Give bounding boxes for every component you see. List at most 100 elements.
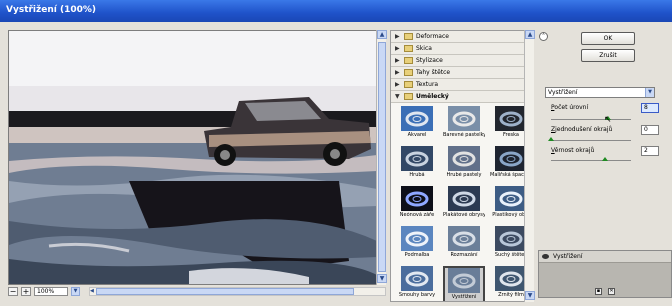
expanded-triangle-icon[interactable]: ▼: [395, 93, 401, 100]
edge-fidelity-slider-thumb[interactable]: [601, 157, 608, 161]
filter-thumbnail-label: Rozmazání: [450, 252, 478, 258]
filter-thumbnail[interactable]: Neónová záře: [396, 186, 438, 223]
edge-simplicity-slider-track[interactable]: [551, 140, 631, 141]
filter-preview-icon: [448, 226, 480, 251]
filter-thumbnail-label: Barevné pastelky: [443, 132, 485, 138]
filter-thumbnail[interactable]: Hrubé pastely: [443, 146, 485, 183]
filter-preview-icon: [495, 106, 527, 131]
filter-category[interactable]: ▶ Textura: [391, 79, 533, 91]
gallery-scroll-down-icon[interactable]: ▼: [525, 291, 535, 300]
effect-layer-name: Vystřižení: [553, 253, 583, 260]
filter-thumbnail-label: Hrubá: [409, 172, 425, 178]
filter-category-label: Deformace: [416, 33, 449, 40]
filter-thumbnail[interactable]: Vystřižení: [443, 266, 485, 301]
edge-simplicity-input[interactable]: 0: [641, 125, 659, 135]
preview-image: [9, 31, 377, 284]
scroll-thumb[interactable]: [378, 42, 386, 272]
filter-preview-icon: [448, 146, 480, 171]
cancel-button[interactable]: Zrušit: [581, 49, 635, 62]
filter-thumbnail[interactable]: Smouhy barvy: [396, 266, 438, 301]
preview-canvas[interactable]: [8, 30, 383, 285]
preview-horizontal-scrollbar[interactable]: ◀: [89, 287, 386, 296]
filter-select[interactable]: Vystřižení ▼: [545, 87, 655, 98]
effect-layer-row[interactable]: Vystřižení: [539, 251, 671, 263]
gallery-scrollbar[interactable]: ▲ ▼: [524, 30, 535, 302]
filter-category-label: Umělecký: [416, 93, 449, 100]
filter-category[interactable]: ▶ Deformace: [391, 31, 533, 43]
horizontal-scroll-thumb[interactable]: [96, 288, 354, 295]
filter-category-list: ▶ Deformace ▶ Skica ▶ Stylizace ▶ Tahy štětce ▶ T…: [391, 31, 533, 103]
folder-icon: [404, 45, 413, 52]
levels-input[interactable]: 8: [641, 103, 659, 113]
zoom-in-button[interactable]: +: [21, 287, 31, 296]
filter-category-label: Skica: [416, 45, 432, 52]
collapsed-triangle-icon[interactable]: ▶: [395, 81, 401, 88]
zoom-out-button[interactable]: −: [8, 287, 18, 296]
filter-category[interactable]: ▶ Skica: [391, 43, 533, 55]
filter-preview-icon: [401, 266, 433, 291]
filter-preview-icon: [401, 186, 433, 211]
scroll-up-icon[interactable]: ▲: [377, 30, 387, 39]
filter-category-label: Tahy štětce: [416, 69, 451, 76]
filter-preview-icon: [401, 226, 433, 251]
filter-category[interactable]: ▶ Stylizace: [391, 55, 533, 67]
eye-icon[interactable]: [542, 254, 549, 259]
filter-dialog: ▲ ▼ − + 100% ▼ ◀ ▶ Deformace ▶ Skica ▶ Styliz…: [0, 22, 672, 306]
filter-thumbnail[interactable]: Akvarel: [396, 106, 438, 143]
filter-thumbnail[interactable]: Rozmazání: [443, 226, 485, 263]
filter-preview-icon: [448, 106, 480, 131]
folder-icon: [404, 69, 413, 76]
scroll-down-icon[interactable]: ▼: [377, 274, 387, 283]
folder-icon: [404, 57, 413, 64]
filter-select-value: Vystřižení: [548, 89, 578, 96]
filter-preview-icon: [495, 266, 527, 291]
chevron-down-icon[interactable]: ▼: [645, 88, 654, 97]
window-title-bar[interactable]: Vystřižení (100%): [0, 0, 672, 22]
filter-thumbnail-label: Plakátové obrysy: [443, 212, 485, 218]
filter-thumbnail-label: Akvarel: [407, 132, 427, 138]
filter-category[interactable]: ▼ Umělecký: [391, 91, 533, 103]
filter-thumbnail[interactable]: Plakátové obrysy: [443, 186, 485, 223]
layer-actions: ▪ ✕: [595, 288, 615, 295]
filter-gallery: ▶ Deformace ▶ Skica ▶ Stylizace ▶ Tahy štětce ▶ T…: [390, 30, 534, 302]
filter-thumbnail-grid: Akvarel Barevné pastelky Freska Hrubá Hrubé …: [391, 103, 533, 301]
filter-thumbnail-label: Hrubé pastely: [446, 172, 482, 178]
collapsed-triangle-icon[interactable]: ▶: [395, 45, 401, 52]
filter-category-label: Textura: [416, 81, 439, 88]
zoom-bar: − + 100% ▼ ◀: [8, 286, 386, 297]
delete-effect-layer-icon[interactable]: ✕: [608, 288, 615, 295]
filter-thumbnail-label: Neónová záře: [399, 212, 435, 218]
filter-thumbnail[interactable]: Hrubá: [396, 146, 438, 183]
levels-slider-track[interactable]: [551, 119, 631, 120]
filter-thumbnail-label: Podmalba: [404, 252, 430, 258]
filter-thumbnail-label: Smouhy barvy: [398, 292, 436, 298]
gallery-scroll-up-icon[interactable]: ▲: [525, 30, 535, 39]
mouse-cursor-icon: ↖: [604, 115, 612, 125]
filter-preview-icon: [448, 186, 480, 211]
new-effect-layer-icon[interactable]: ▪: [595, 288, 602, 295]
filter-thumbnail[interactable]: Podmalba: [396, 226, 438, 263]
edge-fidelity-slider-track[interactable]: [551, 160, 631, 161]
zoom-dropdown-icon[interactable]: ▼: [71, 287, 80, 296]
filter-preview-icon: [448, 268, 480, 293]
filter-preview-icon: [401, 106, 433, 131]
filter-preview-icon: [495, 226, 527, 251]
collapsed-triangle-icon[interactable]: ▶: [395, 57, 401, 64]
preview-vertical-scrollbar[interactable]: ▲ ▼: [376, 30, 387, 285]
ok-button[interactable]: OK: [581, 32, 635, 45]
filter-category[interactable]: ▶ Tahy štětce: [391, 67, 533, 79]
filter-preview-icon: [495, 146, 527, 171]
zoom-level-field[interactable]: 100%: [34, 287, 68, 296]
edge-simplicity-slider-thumb[interactable]: [548, 137, 554, 141]
edge-fidelity-label: Věrnost okrajů: [551, 147, 595, 154]
edge-fidelity-input[interactable]: 2: [641, 146, 659, 156]
folder-icon: [404, 93, 413, 100]
collapse-gallery-icon[interactable]: ⌃: [539, 32, 548, 41]
collapsed-triangle-icon[interactable]: ▶: [395, 69, 401, 76]
collapsed-triangle-icon[interactable]: ▶: [395, 33, 401, 40]
filter-thumbnail-label: Vystřižení: [451, 294, 477, 300]
edge-simplicity-label: Zjednodušení okrajů: [551, 126, 613, 133]
scroll-left-icon[interactable]: ◀: [90, 288, 95, 295]
filter-thumbnail[interactable]: Barevné pastelky: [443, 106, 485, 143]
levels-label: Počet úrovní: [551, 104, 589, 111]
